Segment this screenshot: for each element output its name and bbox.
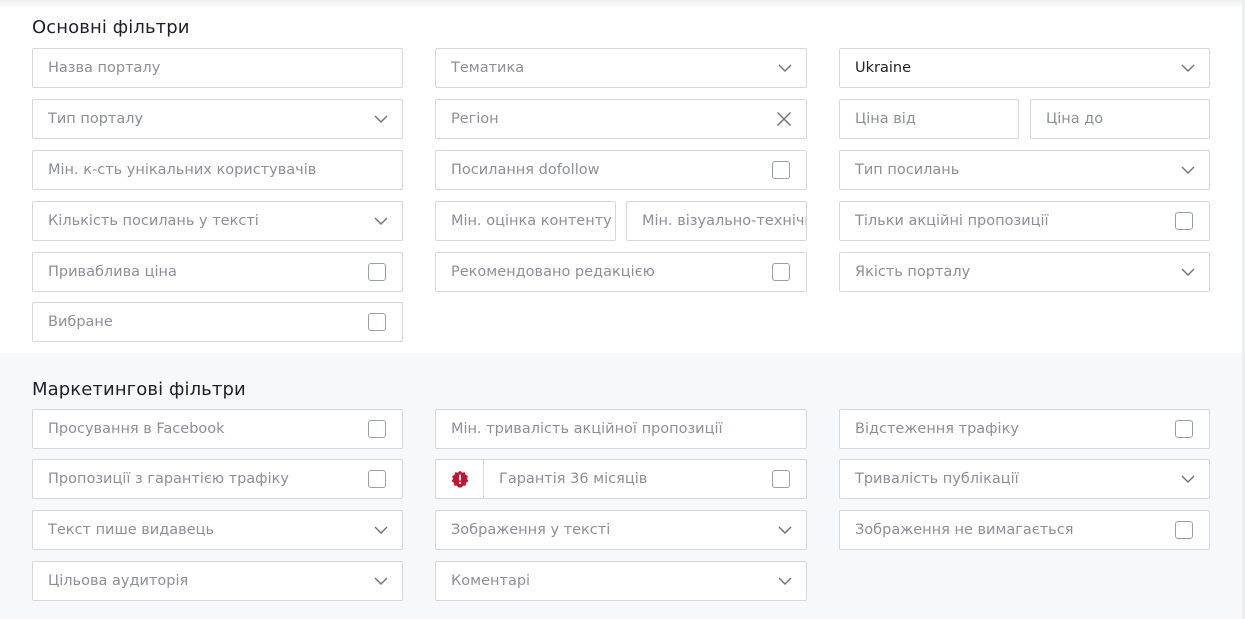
link-type-placeholder: Тип посилань	[855, 162, 960, 178]
dofollow-checkbox[interactable]	[772, 161, 790, 179]
portal-quality-placeholder: Якість порталу	[855, 264, 971, 280]
dofollow-label: Посилання dofollow	[451, 162, 600, 178]
publisher-writes-placeholder: Текст пише видавець	[48, 522, 215, 538]
chevron-down-icon	[374, 112, 388, 126]
portal-name-input[interactable]: Назва порталу	[32, 48, 403, 88]
target-audience-select[interactable]: Цільова аудиторія	[32, 561, 403, 601]
basic-filters-title: Основні фільтри	[32, 17, 190, 38]
chevron-down-icon	[778, 574, 792, 588]
image-not-required-checkbox-field[interactable]: Зображення не вимагається	[839, 510, 1210, 550]
links-in-text-placeholder: Кількість посилань у тексті	[48, 213, 259, 229]
favorites-checkbox[interactable]	[368, 313, 386, 331]
editor-recommended-checkbox-field[interactable]: Рекомендовано редакцією	[435, 252, 807, 292]
dofollow-checkbox-field[interactable]: Посилання dofollow	[435, 150, 807, 190]
region-placeholder: Регіон	[451, 111, 499, 127]
topic-select[interactable]: Тематика	[435, 48, 807, 88]
promo-only-label: Тільки акційні пропозиції	[855, 213, 1049, 229]
min-content-score-input[interactable]: Мін. оцінка контенту	[435, 201, 616, 241]
attractive-price-label: Приваблива ціна	[48, 264, 177, 280]
guarantee-36-checkbox-field[interactable]: Гарантія 36 місяців	[435, 459, 807, 499]
portal-type-select[interactable]: Тип порталу	[32, 99, 403, 139]
min-unique-users-input[interactable]: Мін. к-сть унікальних користувачів	[32, 150, 403, 190]
filters-page: Основні фільтри Назва порталу Тематика U…	[0, 0, 1245, 619]
comments-select[interactable]: Коментарі	[435, 561, 807, 601]
editor-recommended-label: Рекомендовано редакцією	[451, 264, 655, 280]
portal-name-placeholder: Назва порталу	[48, 60, 161, 76]
publisher-writes-select[interactable]: Текст пише видавець	[32, 510, 403, 550]
images-in-text-placeholder: Зображення у тексті	[451, 522, 611, 538]
close-icon[interactable]	[776, 111, 792, 127]
chevron-down-icon	[374, 214, 388, 228]
editor-recommended-checkbox[interactable]	[772, 263, 790, 281]
portal-quality-select[interactable]: Якість порталу	[839, 252, 1210, 292]
favorites-checkbox-field[interactable]: Вибране	[32, 302, 403, 342]
attractive-price-checkbox[interactable]	[368, 263, 386, 281]
links-in-text-select[interactable]: Кількість посилань у тексті	[32, 201, 403, 241]
traffic-tracking-checkbox[interactable]	[1175, 420, 1193, 438]
guarantee-36-checkbox[interactable]	[772, 470, 790, 488]
min-promo-duration-input[interactable]: Мін. тривалість акційної пропозиції	[435, 409, 807, 449]
traffic-tracking-checkbox-field[interactable]: Відстеження трафіку	[839, 409, 1210, 449]
chevron-down-icon	[1181, 472, 1195, 486]
images-in-text-select[interactable]: Зображення у тексті	[435, 510, 807, 550]
traffic-guarantee-checkbox[interactable]	[368, 470, 386, 488]
chevron-down-icon	[1181, 163, 1195, 177]
price-to-input[interactable]: Ціна до	[1030, 99, 1210, 139]
traffic-guarantee-label: Пропозиції з гарантією трафіку	[48, 471, 289, 487]
country-select[interactable]: Ukraine	[839, 48, 1210, 88]
chevron-down-icon	[374, 523, 388, 537]
alert-badge-icon	[436, 460, 484, 498]
marketing-filters-title: Маркетингові фільтри	[32, 379, 246, 400]
comments-placeholder: Коментарі	[451, 573, 531, 589]
min-visual-score-placeholder: Мін. візуально-технічн	[642, 213, 806, 229]
price-to-placeholder: Ціна до	[1046, 111, 1104, 127]
portal-type-placeholder: Тип порталу	[48, 111, 144, 127]
promo-only-checkbox[interactable]	[1175, 212, 1193, 230]
guarantee-36-label: Гарантія 36 місяців	[499, 471, 648, 487]
min-promo-duration-placeholder: Мін. тривалість акційної пропозиції	[451, 421, 723, 437]
publication-duration-placeholder: Тривалість публікації	[855, 471, 1019, 487]
link-type-select[interactable]: Тип посилань	[839, 150, 1210, 190]
favorites-label: Вибране	[48, 314, 113, 330]
publication-duration-select[interactable]: Тривалість публікації	[839, 459, 1210, 499]
target-audience-placeholder: Цільова аудиторія	[48, 573, 189, 589]
price-from-input[interactable]: Ціна від	[839, 99, 1019, 139]
min-visual-score-input[interactable]: Мін. візуально-технічн	[626, 201, 807, 241]
chevron-down-icon	[374, 574, 388, 588]
top-shadow	[0, 0, 1245, 8]
country-value: Ukraine	[855, 60, 911, 76]
traffic-guarantee-checkbox-field[interactable]: Пропозиції з гарантією трафіку	[32, 459, 403, 499]
traffic-tracking-label: Відстеження трафіку	[855, 421, 1019, 437]
facebook-promo-label: Просування в Facebook	[48, 421, 225, 437]
image-not-required-checkbox[interactable]	[1175, 521, 1193, 539]
attractive-price-checkbox-field[interactable]: Приваблива ціна	[32, 252, 403, 292]
facebook-promo-checkbox[interactable]	[368, 420, 386, 438]
price-from-placeholder: Ціна від	[855, 111, 916, 127]
promo-only-checkbox-field[interactable]: Тільки акційні пропозиції	[839, 201, 1210, 241]
image-not-required-label: Зображення не вимагається	[855, 522, 1074, 538]
min-content-score-placeholder: Мін. оцінка контенту	[451, 213, 612, 229]
chevron-down-icon	[778, 61, 792, 75]
region-select[interactable]: Регіон	[435, 99, 807, 139]
min-unique-users-placeholder: Мін. к-сть унікальних користувачів	[48, 162, 317, 178]
chevron-down-icon	[1181, 61, 1195, 75]
chevron-down-icon	[1181, 265, 1195, 279]
topic-placeholder: Тематика	[451, 60, 525, 76]
chevron-down-icon	[778, 523, 792, 537]
facebook-promo-checkbox-field[interactable]: Просування в Facebook	[32, 409, 403, 449]
